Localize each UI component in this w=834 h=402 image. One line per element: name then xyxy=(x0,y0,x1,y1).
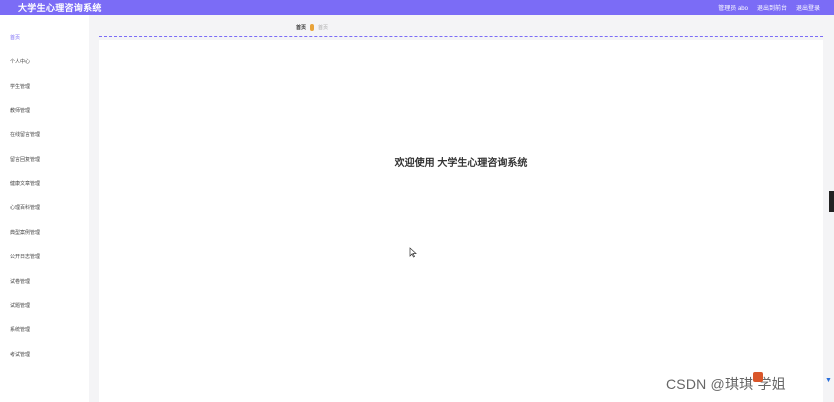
breadcrumb-current: 首页 xyxy=(318,25,329,31)
side-scroll-tab[interactable] xyxy=(829,191,834,212)
watermark-text: CSDN @琪琪 学姐 xyxy=(666,376,786,392)
sidebar-item-students[interactable]: 学生管理 xyxy=(10,83,30,90)
logout-link[interactable]: 退出登录 xyxy=(796,3,820,12)
mouse-cursor-icon xyxy=(409,247,417,258)
breadcrumb-separator-icon xyxy=(310,24,315,31)
top-bar: 大学生心理咨询系统 管理员 abo 退出到前台 退出登录 xyxy=(0,0,834,15)
sidebar-item-public-logs[interactable]: 公开日志管理 xyxy=(10,253,40,260)
sidebar-item-questions[interactable]: 试题管理 xyxy=(10,302,30,309)
breadcrumb-trail: 首页 首页 xyxy=(296,24,328,31)
breadcrumb: 首页 首页 xyxy=(99,21,823,37)
sidebar-item-system[interactable]: 系统管理 xyxy=(10,326,30,333)
sidebar: 首页 个人中心 学生管理 教师管理 在线留言管理 留言回复管理 健康文章管理 心… xyxy=(0,15,89,402)
sidebar-item-psych-encyclopedia[interactable]: 心理百科管理 xyxy=(10,204,40,211)
sidebar-item-typical-cases[interactable]: 典型案例管理 xyxy=(10,229,40,236)
welcome-heading: 欢迎使用 大学生心理咨询系统 xyxy=(394,158,528,169)
sidebar-item-personal-center[interactable]: 个人中心 xyxy=(10,58,30,65)
sidebar-item-exams[interactable]: 考试管理 xyxy=(10,351,30,358)
sidebar-item-home[interactable]: 首页 xyxy=(10,34,20,41)
sidebar-item-papers[interactable]: 试卷管理 xyxy=(10,278,30,285)
chevron-down-icon[interactable]: ▼ xyxy=(825,377,832,384)
admin-user-label: 管理员 abo xyxy=(718,6,748,12)
sidebar-item-message-replies[interactable]: 留言回复管理 xyxy=(10,156,40,163)
app-title: 大学生心理咨询系统 xyxy=(18,3,102,13)
top-bar-actions: 管理员 abo 退出到前台 退出登录 xyxy=(718,3,834,12)
breadcrumb-home-link[interactable]: 首页 xyxy=(296,24,306,31)
extension-icon[interactable] xyxy=(753,372,763,382)
sidebar-item-teachers[interactable]: 教师管理 xyxy=(10,107,30,114)
sidebar-item-online-messages[interactable]: 在线留言管理 xyxy=(10,131,40,138)
sidebar-item-health-articles[interactable]: 健康文章管理 xyxy=(10,180,40,187)
main-content: 欢迎使用 大学生心理咨询系统 xyxy=(99,40,823,402)
exit-to-frontend-link[interactable]: 退出到前台 xyxy=(757,3,787,12)
